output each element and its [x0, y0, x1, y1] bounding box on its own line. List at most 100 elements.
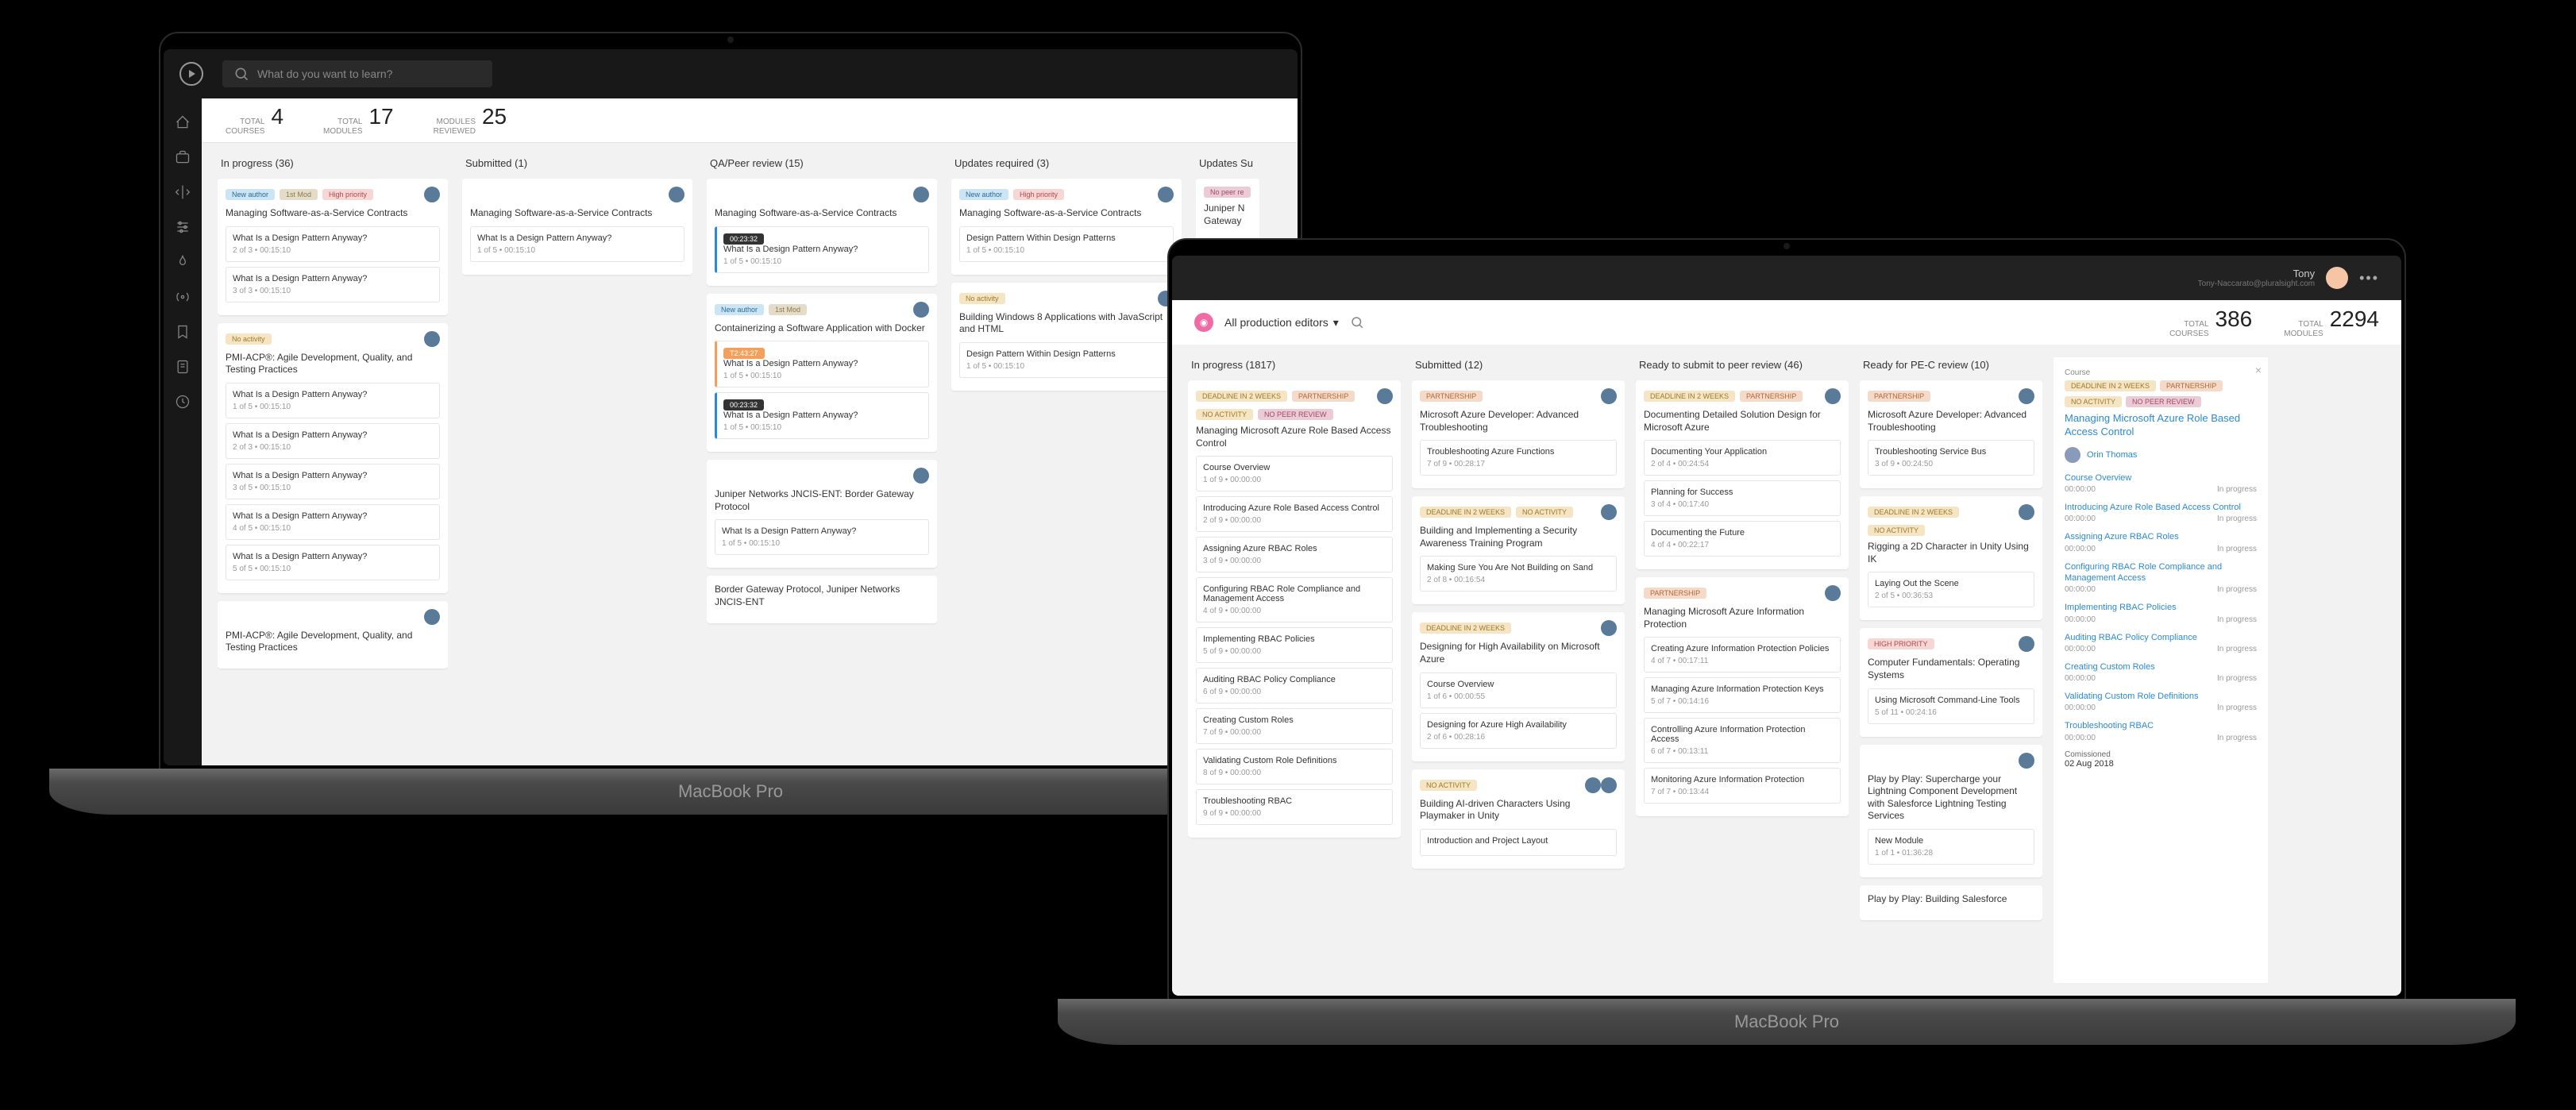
module-item[interactable]: Making Sure You Are Not Building on Sand…: [1420, 556, 1617, 592]
module-item[interactable]: What Is a Design Pattern Anyway?1 of 5 •…: [715, 519, 929, 555]
course-card[interactable]: No peer re Juniper N Gateway: [1196, 179, 1259, 241]
module-item[interactable]: Using Microsoft Command-Line Tools5 of 1…: [1868, 688, 2034, 724]
module-item[interactable]: What Is a Design Pattern Anyway?2 of 3 •…: [226, 226, 440, 262]
detail-module-item[interactable]: Assigning Azure RBAC Roles00:00:00In pro…: [2065, 531, 2257, 553]
home-icon[interactable]: [175, 114, 191, 130]
module-item[interactable]: Troubleshooting Azure Functions7 of 9 • …: [1420, 440, 1617, 476]
briefcase-icon[interactable]: [175, 149, 191, 165]
detail-module-item[interactable]: Implementing RBAC Policies00:00:00In pro…: [2065, 602, 2257, 623]
note-icon[interactable]: [175, 359, 191, 375]
course-card[interactable]: New authorHigh priority Managing Softwar…: [951, 179, 1182, 275]
module-item[interactable]: Design Pattern Within Design Patterns1 o…: [959, 342, 1174, 378]
user-email: Tony-Naccarato@pluralsight.com: [2198, 279, 2315, 288]
card-title: Containerizing a Software Application wi…: [715, 322, 929, 335]
course-card[interactable]: Managing Software-as-a-Service Contracts…: [707, 179, 937, 286]
module-item[interactable]: What Is a Design Pattern Anyway?4 of 5 •…: [226, 504, 440, 540]
module-item[interactable]: Implementing RBAC Policies5 of 9 • 00:00…: [1196, 627, 1393, 663]
paths-icon[interactable]: [175, 184, 191, 200]
avatar: [1825, 585, 1841, 601]
search-placeholder: What do you want to learn?: [257, 67, 392, 80]
avatar: [1601, 620, 1617, 636]
module-item[interactable]: Course Overview1 of 9 • 00:00:00: [1196, 456, 1393, 491]
close-icon[interactable]: ×: [2255, 364, 2262, 376]
module-item[interactable]: Troubleshooting RBAC9 of 9 • 00:00:00: [1196, 789, 1393, 825]
clock-icon[interactable]: [175, 394, 191, 410]
detail-module-item[interactable]: Creating Custom Roles00:00:00In progress: [2065, 661, 2257, 683]
module-item[interactable]: What Is a Design Pattern Anyway?5 of 5 •…: [226, 545, 440, 580]
course-card[interactable]: DEADLINE IN 2 WEEKSNO ACTIVITY Building …: [1412, 496, 1625, 604]
detail-author[interactable]: Orin Thomas: [2065, 447, 2257, 463]
detail-module-item[interactable]: Configuring RBAC Role Compliance and Man…: [2065, 561, 2257, 595]
module-item[interactable]: Configuring RBAC Role Compliance and Man…: [1196, 577, 1393, 622]
course-card[interactable]: PARTNERSHIP Microsoft Azure Developer: A…: [1412, 380, 1625, 488]
module-item[interactable]: T2:43:27What Is a Design Pattern Anyway?…: [715, 341, 929, 387]
app-logo-icon[interactable]: [179, 62, 203, 86]
bookmark-icon[interactable]: [175, 324, 191, 340]
module-item[interactable]: Creating Azure Information Protection Po…: [1644, 637, 1841, 673]
module-item[interactable]: Controlling Azure Information Protection…: [1644, 718, 1841, 763]
time-badge: 00:23:32: [723, 233, 764, 245]
module-item[interactable]: Introduction and Project Layout: [1420, 829, 1617, 856]
module-item[interactable]: Design Pattern Within Design Patterns1 o…: [959, 226, 1174, 262]
module-item[interactable]: Documenting Your Application2 of 4 • 00:…: [1644, 440, 1841, 476]
course-card[interactable]: DEADLINE IN 2 WEEKSPARTNERSHIP Documenti…: [1636, 380, 1849, 569]
course-card[interactable]: No activity PMI-ACP®: Agile Development,…: [218, 323, 448, 593]
course-card[interactable]: Juniper Networks JNCIS-ENT: Border Gatew…: [707, 460, 937, 568]
more-icon[interactable]: •••: [2359, 270, 2379, 287]
detail-title[interactable]: Managing Microsoft Azure Role Based Acce…: [2065, 412, 2257, 439]
detail-module-item[interactable]: Course Overview00:00:00In progress: [2065, 472, 2257, 494]
sliders-icon[interactable]: [175, 219, 191, 235]
module-item[interactable]: Laying Out the Scene2 of 5 • 00:36:53: [1868, 572, 2034, 607]
module-item[interactable]: 00:23:32What Is a Design Pattern Anyway?…: [715, 226, 929, 273]
search-icon[interactable]: [1350, 315, 1364, 330]
module-item[interactable]: What Is a Design Pattern Anyway?3 of 5 •…: [226, 464, 440, 499]
editor-dropdown[interactable]: All production editors ▾: [1224, 316, 1339, 330]
detail-module-item[interactable]: Auditing RBAC Policy Compliance00:00:00I…: [2065, 632, 2257, 653]
module-item[interactable]: Monitoring Azure Information Protection7…: [1644, 768, 1841, 804]
course-card[interactable]: Border Gateway Protocol, Juniper Network…: [707, 576, 937, 622]
course-card[interactable]: Managing Software-as-a-Service Contracts…: [462, 179, 692, 275]
module-item[interactable]: 00:23:32What Is a Design Pattern Anyway?…: [715, 392, 929, 439]
detail-module-item[interactable]: Introducing Azure Role Based Access Cont…: [2065, 502, 2257, 523]
module-item[interactable]: Assigning Azure RBAC Roles3 of 9 • 00:00…: [1196, 537, 1393, 572]
module-item[interactable]: Documenting the Future4 of 4 • 00:22:17: [1644, 521, 1841, 557]
course-card[interactable]: PARTNERSHIP Managing Microsoft Azure Inf…: [1636, 577, 1849, 816]
course-card[interactable]: No activity Building Windows 8 Applicati…: [951, 283, 1182, 391]
course-card[interactable]: HIGH PRIORITY Computer Fundamentals: Ope…: [1860, 628, 2042, 736]
detail-module-item[interactable]: Validating Custom Role Definitions00:00:…: [2065, 691, 2257, 712]
module-item[interactable]: Validating Custom Role Definitions8 of 9…: [1196, 749, 1393, 784]
course-card[interactable]: NO ACTIVITY Building AI-driven Character…: [1412, 769, 1625, 869]
course-card[interactable]: New author1st Mod Containerizing a Softw…: [707, 294, 937, 453]
detail-label: Course: [2065, 368, 2257, 377]
course-card[interactable]: Play by Play: Supercharge your Lightning…: [1860, 745, 2042, 877]
user-info[interactable]: Tony Tony-Naccarato@pluralsight.com: [2198, 268, 2315, 288]
course-card[interactable]: PARTNERSHIP Microsoft Azure Developer: A…: [1860, 380, 2042, 488]
module-item[interactable]: Troubleshooting Service Bus3 of 9 • 00:2…: [1868, 440, 2034, 476]
user-avatar[interactable]: [2326, 267, 2348, 289]
module-item[interactable]: What Is a Design Pattern Anyway?3 of 3 •…: [226, 267, 440, 303]
avatar: [1825, 388, 1841, 404]
module-item[interactable]: Managing Azure Information Protection Ke…: [1644, 677, 1841, 713]
detail-module-item[interactable]: Troubleshooting RBAC00:00:00In progress: [2065, 720, 2257, 742]
search-input[interactable]: What do you want to learn?: [222, 60, 492, 87]
module-item[interactable]: What Is a Design Pattern Anyway?2 of 3 •…: [226, 423, 440, 459]
module-item[interactable]: Designing for Azure High Availability2 o…: [1420, 713, 1617, 749]
course-card[interactable]: New author1st ModHigh priority Managing …: [218, 179, 448, 315]
module-item[interactable]: What Is a Design Pattern Anyway?1 of 5 •…: [226, 383, 440, 418]
module-item[interactable]: What Is a Design Pattern Anyway?1 of 5 •…: [470, 226, 684, 262]
module-item[interactable]: Introducing Azure Role Based Access Cont…: [1196, 496, 1393, 532]
module-item[interactable]: Auditing RBAC Policy Compliance6 of 9 • …: [1196, 668, 1393, 703]
course-card[interactable]: Play by Play: Building Salesforce: [1860, 885, 2042, 920]
editor-icon[interactable]: ◉: [1194, 313, 1213, 332]
flame-icon[interactable]: [175, 254, 191, 270]
course-card[interactable]: DEADLINE IN 2 WEEKS NO ACTIVITY Rigging …: [1860, 496, 2042, 620]
module-item[interactable]: New Module1 of 1 • 01:36:28: [1868, 829, 2034, 865]
course-card[interactable]: PMI-ACP®: Agile Development, Quality, an…: [218, 601, 448, 669]
course-card[interactable]: DEADLINE IN 2 WEEKSPARTNERSHIP NO ACTIVI…: [1188, 380, 1401, 838]
module-item[interactable]: Course Overview1 of 6 • 00:00:55: [1420, 673, 1617, 708]
broadcast-icon[interactable]: [175, 289, 191, 305]
course-card[interactable]: DEADLINE IN 2 WEEKS Designing for High A…: [1412, 612, 1625, 761]
module-item[interactable]: Creating Custom Roles7 of 9 • 00:00:00: [1196, 708, 1393, 744]
column-header: QA/Peer review (15): [707, 156, 937, 171]
module-item[interactable]: Planning for Success3 of 4 • 00:17:40: [1644, 480, 1841, 516]
